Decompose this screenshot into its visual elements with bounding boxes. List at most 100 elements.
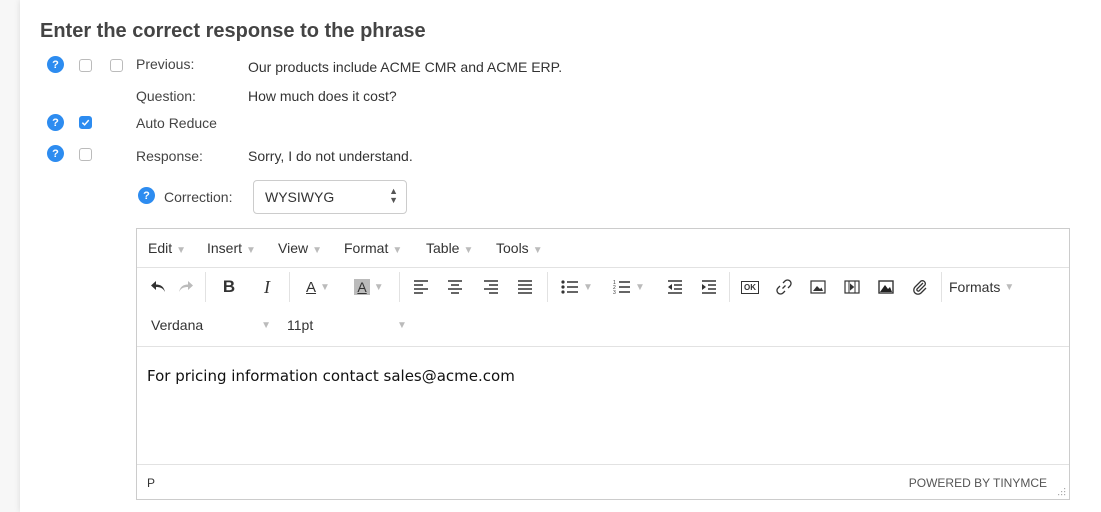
outdent-button[interactable] <box>663 268 687 306</box>
response-checkbox[interactable] <box>79 148 92 161</box>
editor-toolbar: B I A ▼ A ▼ ▼ 1 2 3 ▼ OK Formats ▼ <box>137 268 1069 306</box>
text-color-icon: A <box>306 278 317 296</box>
help-icon-response[interactable]: ? <box>47 145 64 162</box>
checkbox-previous-a[interactable] <box>79 59 92 72</box>
menu-tools[interactable]: Tools ▼ <box>496 240 543 256</box>
bullet-list-button[interactable]: ▼ <box>555 268 599 306</box>
attachment-button[interactable] <box>907 268 933 306</box>
link-icon <box>776 279 792 295</box>
align-justify-icon <box>518 280 532 294</box>
toolbar-divider <box>289 272 290 302</box>
help-icon-previous[interactable]: ? <box>47 56 64 73</box>
align-right-button[interactable] <box>479 268 503 306</box>
align-left-icon <box>414 280 428 294</box>
toolbar-divider <box>941 272 942 302</box>
template-button[interactable]: OK <box>737 268 763 306</box>
paperclip-icon <box>913 280 927 295</box>
menu-view-label: View <box>278 240 309 256</box>
question-label: Question: <box>136 88 196 104</box>
menu-view[interactable]: View ▼ <box>278 240 322 256</box>
chevron-down-icon: ▼ <box>392 245 403 256</box>
chevron-down-icon: ▼ <box>583 281 593 293</box>
text-color-button[interactable]: A ▼ <box>297 268 339 306</box>
redo-icon <box>179 281 193 292</box>
align-justify-button[interactable] <box>513 268 537 306</box>
font-size-dropdown[interactable]: 11pt ▼ <box>287 306 407 344</box>
help-icon-correction[interactable]: ? <box>138 187 155 204</box>
media-button[interactable] <box>839 268 865 306</box>
rich-text-editor: Edit ▼ Insert ▼ View ▼ Format ▼ Table ▼ Tools… <box>136 228 1070 500</box>
previous-label: Previous: <box>136 56 195 72</box>
formats-label: Formats <box>949 279 1001 295</box>
select-arrows-icon: ▲ ▼ <box>389 186 398 205</box>
insert-picture-button[interactable] <box>873 268 899 306</box>
editor-paragraph[interactable]: For pricing information contact sales@ac… <box>147 367 515 385</box>
align-left-button[interactable] <box>409 268 433 306</box>
resize-grip-icon[interactable] <box>1056 486 1066 496</box>
ok-template-icon: OK <box>741 280 759 294</box>
question-value: How much does it cost? <box>248 88 397 104</box>
page-title: Enter the correct response to the phrase <box>40 20 426 42</box>
correction-select[interactable]: WYSIWYG ▲ ▼ <box>253 180 407 214</box>
bold-icon: B <box>222 277 236 296</box>
toolbar-divider <box>205 272 206 302</box>
undo-icon <box>151 281 165 292</box>
font-size-value: 11pt <box>287 317 314 333</box>
indent-icon <box>702 280 716 294</box>
menu-edit-label: Edit <box>148 240 173 256</box>
picture-icon <box>878 280 894 294</box>
chevron-down-icon: ▼ <box>261 319 271 331</box>
font-family-value: Verdana <box>151 317 204 333</box>
outdent-icon <box>668 280 682 294</box>
italic-icon: I <box>264 276 270 297</box>
image-button[interactable] <box>805 268 831 306</box>
toolbar-divider <box>729 272 730 302</box>
bullet-list-icon <box>561 280 579 294</box>
font-family-dropdown[interactable]: Verdana ▼ <box>151 306 271 344</box>
editor-toolbar-row-2: Verdana ▼ 11pt ▼ <box>137 306 1069 344</box>
background-color-icon: A <box>354 279 370 295</box>
editor-statusbar: P POWERED BY TINYMCE <box>137 464 1069 499</box>
background-color-button[interactable]: A ▼ <box>347 268 391 306</box>
italic-button[interactable]: I <box>255 268 279 306</box>
response-value: Sorry, I do not understand. <box>248 148 413 164</box>
editor-content-area[interactable]: For pricing information contact sales@ac… <box>137 346 1069 465</box>
align-center-button[interactable] <box>443 268 467 306</box>
chevron-down-icon: ▼ <box>635 281 645 293</box>
form-card: Enter the correct response to the phrase… <box>20 0 1101 512</box>
menu-table-label: Table <box>426 240 460 256</box>
redo-button[interactable] <box>173 268 199 306</box>
menu-table[interactable]: Table ▼ <box>426 240 473 256</box>
auto-reduce-label: Auto Reduce <box>136 115 217 131</box>
powered-by-link[interactable]: POWERED BY TINYMCE <box>909 476 1047 490</box>
checkbox-previous-b[interactable] <box>110 59 123 72</box>
chevron-down-icon: ▼ <box>320 281 330 293</box>
menu-insert[interactable]: Insert ▼ <box>207 240 256 256</box>
correction-label: Correction: <box>164 189 233 205</box>
editor-menubar: Edit ▼ Insert ▼ View ▼ Format ▼ Table ▼ Tools… <box>137 229 1069 268</box>
chevron-down-icon: ▼ <box>312 245 322 256</box>
chevron-down-icon: ▼ <box>463 245 474 256</box>
chevron-down-icon: ▼ <box>246 245 256 256</box>
numbered-list-button[interactable]: 123 ▼ <box>607 268 651 306</box>
indent-button[interactable] <box>697 268 721 306</box>
auto-reduce-checkbox[interactable] <box>79 116 92 129</box>
menu-edit[interactable]: Edit ▼ <box>148 240 186 256</box>
undo-button[interactable] <box>145 268 171 306</box>
link-button[interactable] <box>771 268 797 306</box>
chevron-down-icon: ▼ <box>532 245 543 256</box>
element-path[interactable]: P <box>147 476 155 490</box>
image-icon <box>810 280 826 294</box>
help-icon-auto-reduce[interactable]: ? <box>47 114 64 131</box>
media-icon <box>844 280 860 294</box>
align-center-icon <box>448 280 462 294</box>
svg-text:3: 3 <box>613 290 616 295</box>
menu-insert-label: Insert <box>207 240 243 256</box>
menu-tools-label: Tools <box>496 240 529 256</box>
chevron-down-icon: ▼ <box>397 319 407 331</box>
menu-format[interactable]: Format ▼ <box>344 240 402 256</box>
numbered-list-icon: 123 <box>613 280 631 295</box>
align-right-icon <box>484 280 498 294</box>
formats-dropdown[interactable]: Formats ▼ <box>949 268 1049 306</box>
bold-button[interactable]: B <box>217 268 241 306</box>
